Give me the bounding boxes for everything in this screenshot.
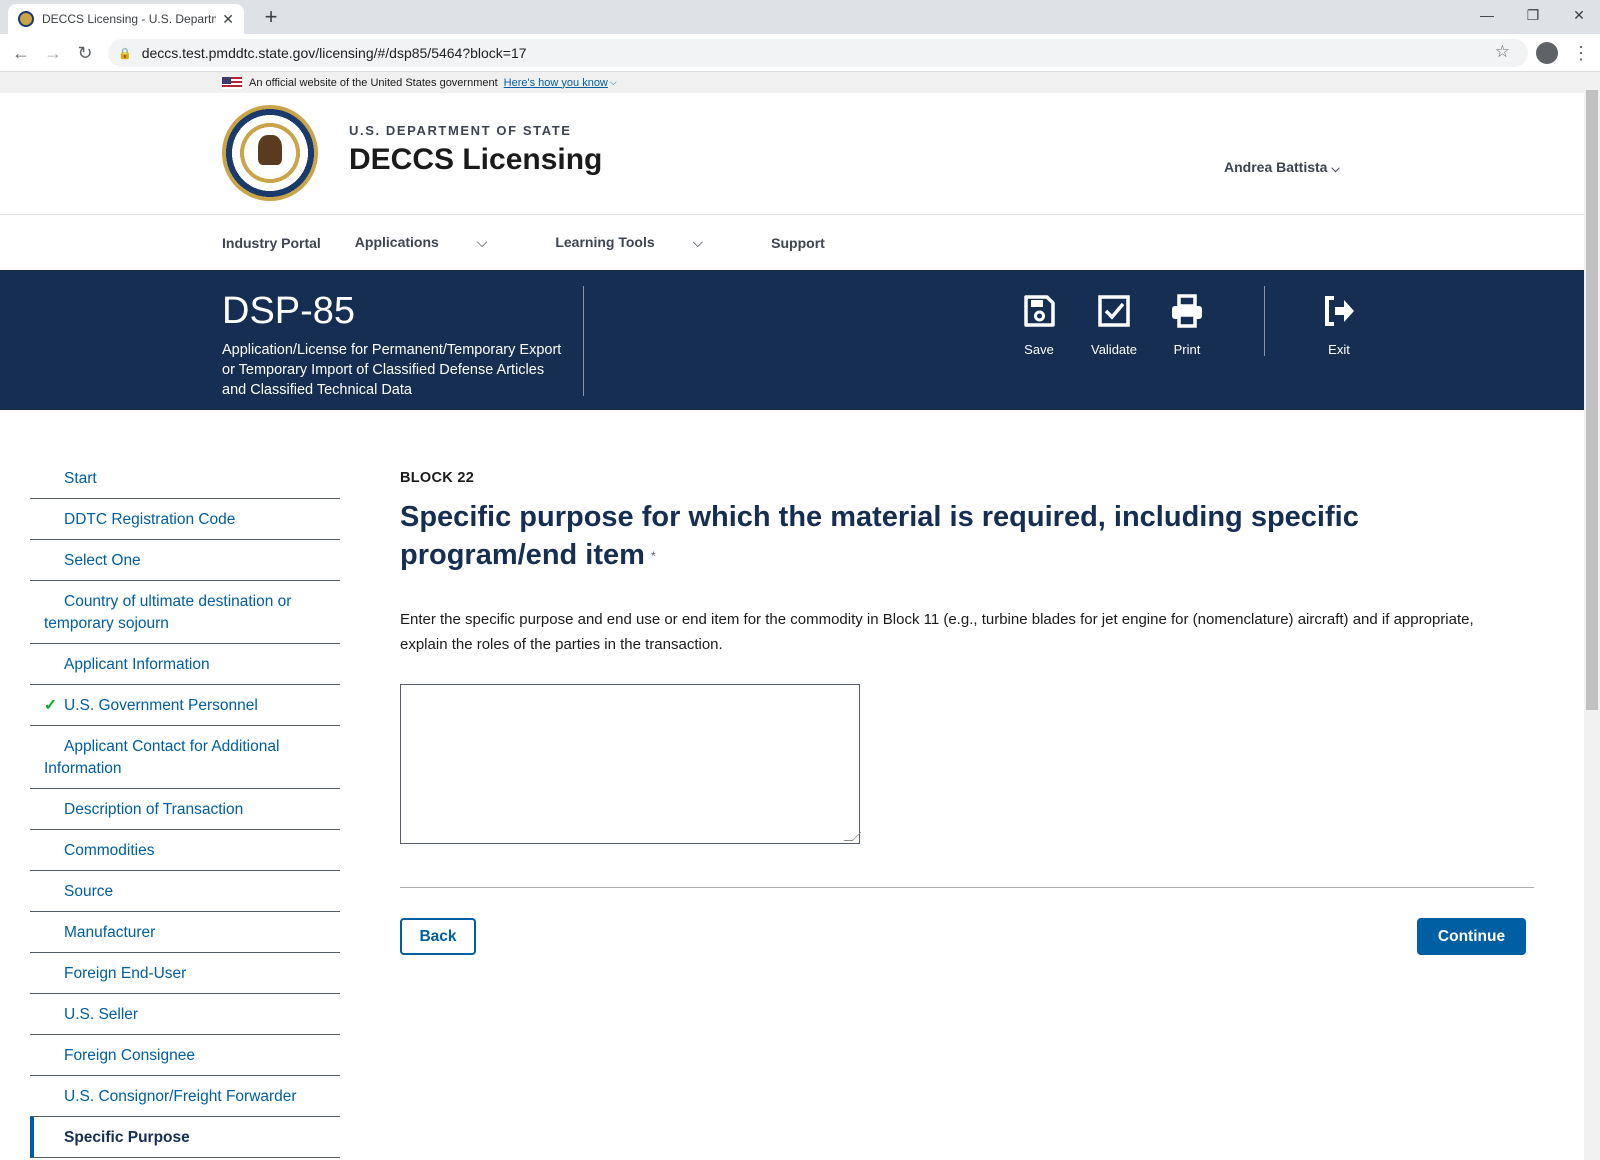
checkmark-icon: ✓ (44, 697, 57, 714)
url-text: deccs.test.pmddtc.state.gov/licensing/#/… (141, 45, 527, 61)
sidebar-item-us-government-personnel[interactable]: ✓ U.S. Government Personnel (30, 685, 340, 726)
printer-icon (1152, 294, 1222, 332)
new-tab-icon[interactable]: + (258, 4, 284, 30)
site-favicon-icon (18, 11, 34, 27)
bookmark-star-icon[interactable]: ☆ (1495, 42, 1510, 62)
chevron-down-icon: ⌵ (476, 234, 488, 250)
sidebar-item-specific-purpose[interactable]: Specific Purpose (30, 1117, 340, 1158)
question-heading: Specific purpose for which the material … (400, 501, 1359, 571)
browser-tab[interactable]: DECCS Licensing - U.S. Departme ✕ (8, 4, 244, 34)
nav-industry-portal[interactable]: Industry Portal (222, 235, 321, 251)
sidebar-item-manufacturer[interactable]: Manufacturer (30, 912, 340, 953)
site-title[interactable]: DECCS Licensing (349, 143, 602, 177)
vertical-scrollbar[interactable] (1584, 72, 1600, 1160)
nav-support[interactable]: Support (771, 235, 825, 251)
gov-banner: An official website of the United States… (0, 72, 1584, 93)
back-arrow-icon[interactable]: ← (8, 40, 34, 66)
step-sidebar: Start DDTC Registration Code Select One … (30, 458, 340, 1158)
sidebar-item-foreign-consignee[interactable]: Foreign Consignee (30, 1035, 340, 1076)
sidebar-item-us-consignor[interactable]: U.S. Consignor/Freight Forwarder (30, 1076, 340, 1117)
sidebar-item-country-of-destination[interactable]: Country of ultimate destination or tempo… (30, 581, 340, 644)
save-button[interactable]: Save (1004, 294, 1074, 357)
department-seal-logo (222, 105, 318, 201)
divider (400, 887, 1534, 889)
chevron-down-icon: ⌵ (1331, 163, 1340, 175)
main-nav: Industry Portal Applications ⌵ Learning … (0, 215, 1584, 270)
sidebar-item-label: U.S. Government Personnel (64, 697, 258, 714)
sidebar-item-description-of-transaction[interactable]: Description of Transaction (30, 789, 340, 830)
minimize-icon[interactable]: — (1464, 0, 1510, 30)
chevron-down-icon: ⌵ (692, 234, 704, 250)
required-marker: * (650, 549, 656, 564)
site-header: U.S. DEPARTMENT OF STATE DECCS Licensing… (0, 93, 1584, 215)
profile-icon[interactable] (1536, 42, 1558, 64)
close-window-icon[interactable]: ✕ (1556, 0, 1600, 30)
button-row: Back Continue (400, 918, 1534, 958)
close-tab-icon[interactable]: ✕ (222, 11, 234, 28)
checkbox-check-icon (1079, 294, 1149, 332)
sidebar-item-applicant-contact[interactable]: Applicant Contact for Additional Informa… (30, 726, 340, 789)
user-name: Andrea Battista (1224, 159, 1328, 175)
menu-kebab-icon[interactable]: ⋮ (1572, 40, 1590, 66)
save-icon (1004, 294, 1074, 332)
help-text: Enter the specific purpose and end use o… (400, 611, 1474, 654)
sidebar-item-ddtc-registration-code[interactable]: DDTC Registration Code (30, 499, 340, 540)
sidebar-item-foreign-end-user[interactable]: Foreign End-User (30, 953, 340, 994)
block-label: BLOCK 22 (400, 470, 475, 486)
sidebar-item-applicant-information[interactable]: Applicant Information (30, 644, 340, 685)
banner-divider (1264, 286, 1265, 356)
gov-banner-text: An official website of the United States… (249, 76, 498, 89)
sidebar-item-select-one[interactable]: Select One (30, 540, 340, 581)
form-description: Application/License for Permanent/Tempor… (222, 342, 562, 398)
main-content: BLOCK 22 Specific purpose for which the … (400, 458, 1534, 958)
forward-arrow-icon[interactable]: → (40, 40, 66, 66)
us-flag-icon (222, 76, 242, 89)
lock-icon: 🔒 (118, 47, 132, 60)
form-banner: DSP-85 Application/License for Permanent… (0, 270, 1584, 410)
specific-purpose-textarea[interactable] (400, 684, 860, 845)
back-button[interactable]: Back (400, 918, 476, 956)
form-number: DSP-85 (222, 290, 356, 332)
restore-icon[interactable]: ❐ (1510, 0, 1556, 30)
validate-button[interactable]: Validate (1079, 294, 1149, 357)
sidebar-item-us-seller[interactable]: U.S. Seller (30, 994, 340, 1035)
reload-icon[interactable]: ↻ (72, 40, 98, 66)
tab-title: DECCS Licensing - U.S. Departme (42, 12, 217, 26)
print-button[interactable]: Print (1152, 294, 1222, 357)
exit-arrow-icon (1304, 294, 1374, 332)
url-field[interactable]: 🔒 deccs.test.pmddtc.state.gov/licensing/… (108, 39, 1528, 67)
sidebar-item-commodities[interactable]: Commodities (30, 830, 340, 871)
browser-tab-bar: DECCS Licensing - U.S. Departme ✕ + — ❐ … (0, 0, 1600, 34)
scrollbar-thumb[interactable] (1586, 90, 1598, 710)
exit-button[interactable]: Exit (1304, 294, 1374, 357)
address-bar: ← → ↻ 🔒 deccs.test.pmddtc.state.gov/lice… (0, 34, 1600, 72)
sidebar-item-start[interactable]: Start (30, 458, 340, 499)
user-menu[interactable]: Andrea Battista ⌵ (1224, 159, 1340, 176)
how-you-know-link[interactable]: Here's how you know (504, 77, 608, 89)
chevron-down-icon: ⌵ (609, 77, 617, 87)
department-name: U.S. DEPARTMENT OF STATE (349, 123, 572, 138)
banner-divider (583, 286, 584, 396)
sidebar-item-source[interactable]: Source (30, 871, 340, 912)
nav-applications[interactable]: Applications ⌵ (355, 234, 522, 251)
nav-learning-tools[interactable]: Learning Tools ⌵ (555, 234, 737, 251)
continue-button[interactable]: Continue (1417, 918, 1526, 956)
